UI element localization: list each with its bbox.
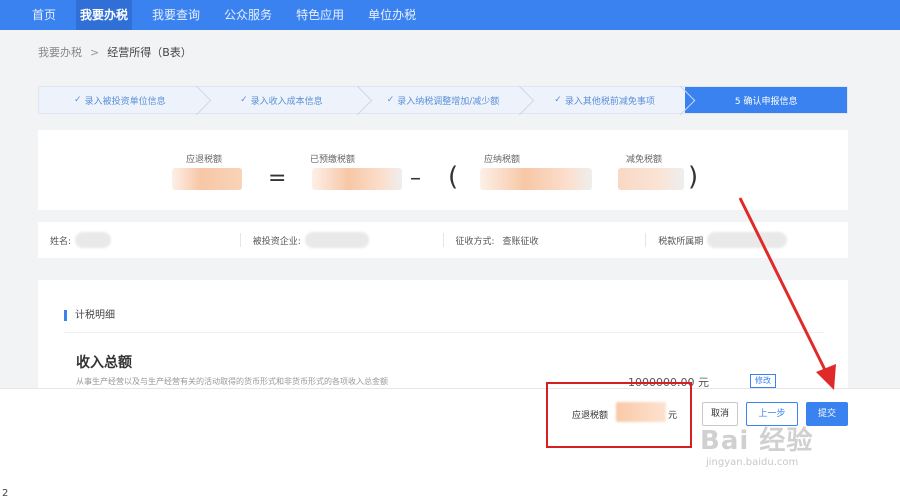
breadcrumb: 我要办税 > 经营所得（B表） [38, 44, 192, 60]
enterprise-label: 被投资企业: [252, 236, 301, 247]
step-5[interactable]: 5 确认申报信息 [685, 87, 847, 113]
watermark-brand: Bai 经验 [700, 426, 814, 456]
income-description: 从事生产经营以及与生产经营有关的活动取得的货币形式和非货币形式的各项收入总金额 [76, 377, 388, 386]
corner-number: 2 [2, 488, 9, 499]
payable-tax-label: 应纳税额 [484, 155, 521, 165]
info-collection: 征收方式: 查账征收 [444, 233, 647, 247]
step-2-label: 录入收入成本信息 [250, 96, 323, 107]
name-value-redacted [75, 232, 112, 248]
step-2[interactable]: ✓ 录入收入成本信息 [201, 87, 363, 113]
info-enterprise: 被投资企业: [241, 232, 444, 248]
check-icon: ✓ [386, 95, 395, 105]
step-4-label: 录入其他税前减免事项 [564, 96, 655, 107]
edit-income-button[interactable]: 修改 [750, 374, 776, 388]
tax-reduction-label: 减免税额 [626, 155, 663, 165]
prepaid-tax-label: 已预缴税额 [310, 155, 356, 165]
nav-tax-filing[interactable]: 我要办税 [76, 0, 133, 30]
prepaid-tax-value-redacted [312, 168, 402, 190]
name-label: 姓名: [50, 236, 72, 247]
nav-query[interactable]: 我要查询 [148, 0, 204, 30]
enterprise-value-redacted [304, 232, 369, 248]
step-4[interactable]: ✓ 录入其他税前减免事项 [524, 87, 686, 113]
minus-sign: – [410, 166, 421, 191]
nav-home[interactable]: 首页 [28, 0, 60, 30]
income-total-title: 收入总额 [76, 355, 132, 371]
tax-detail-card: 计税明细 收入总额 从事生产经营以及与生产经营有关的活动取得的货币形式和非货币形… [38, 280, 848, 390]
equals-sign: = [268, 166, 287, 191]
info-name: 姓名: [38, 232, 241, 248]
nav-special-apps[interactable]: 特色应用 [292, 0, 348, 30]
collection-label: 征收方式: [455, 236, 495, 247]
top-nav: 首页 我要办税 我要查询 公众服务 特色应用 单位办税 [0, 0, 900, 30]
breadcrumb-root[interactable]: 我要办税 [38, 44, 82, 60]
collection-value: 查账征收 [502, 236, 539, 247]
tax-refund-label: 应退税额 [186, 155, 223, 165]
nav-public-service[interactable]: 公众服务 [220, 0, 276, 30]
tax-reduction-value-redacted [618, 168, 684, 190]
step-progress-bar: ✓ 录入被投资单位信息 ✓ 录入收入成本信息 ✓ 录入纳税调整增加/减少额 ✓ 录入其他… [38, 86, 848, 114]
check-icon: ✓ [554, 95, 562, 105]
step-5-label: 5 确认申报信息 [734, 96, 798, 107]
close-paren: ) [688, 162, 699, 192]
payable-tax-value-redacted [480, 168, 592, 190]
step-3[interactable]: ✓ 录入纳税调整增加/减少额 [362, 87, 524, 113]
taxpayer-info-row: 姓名: 被投资企业: 征收方式: 查账征收 税款所属期 [38, 222, 848, 258]
info-period: 税款所属期 [646, 232, 848, 248]
divider [64, 332, 824, 333]
period-value-redacted [707, 232, 788, 248]
check-icon: ✓ [240, 95, 248, 105]
breadcrumb-separator: > [90, 45, 100, 59]
tax-formula-card: 应退税额 = 已预缴税额 – ( 应纳税额 减免税额 ) [38, 130, 848, 210]
step-1[interactable]: ✓ 录入被投资单位信息 [39, 87, 201, 113]
highlight-box [546, 382, 692, 448]
watermark-url: jingyan.baidu.com [706, 457, 799, 468]
nav-unit-tax[interactable]: 单位办税 [364, 0, 420, 30]
step-3-label: 录入纳税调整增加/减少额 [397, 96, 500, 107]
open-paren: ( [448, 162, 459, 192]
period-label: 税款所属期 [658, 236, 704, 247]
step-1-label: 录入被投资单位信息 [84, 96, 166, 107]
section-title: 计税明细 [64, 310, 115, 321]
breadcrumb-current: 经营所得（B表） [107, 46, 192, 59]
check-icon: ✓ [74, 95, 82, 105]
watermark: Bai 经验 jingyan.baidu.com [700, 420, 813, 468]
tax-refund-value-redacted [172, 168, 242, 190]
